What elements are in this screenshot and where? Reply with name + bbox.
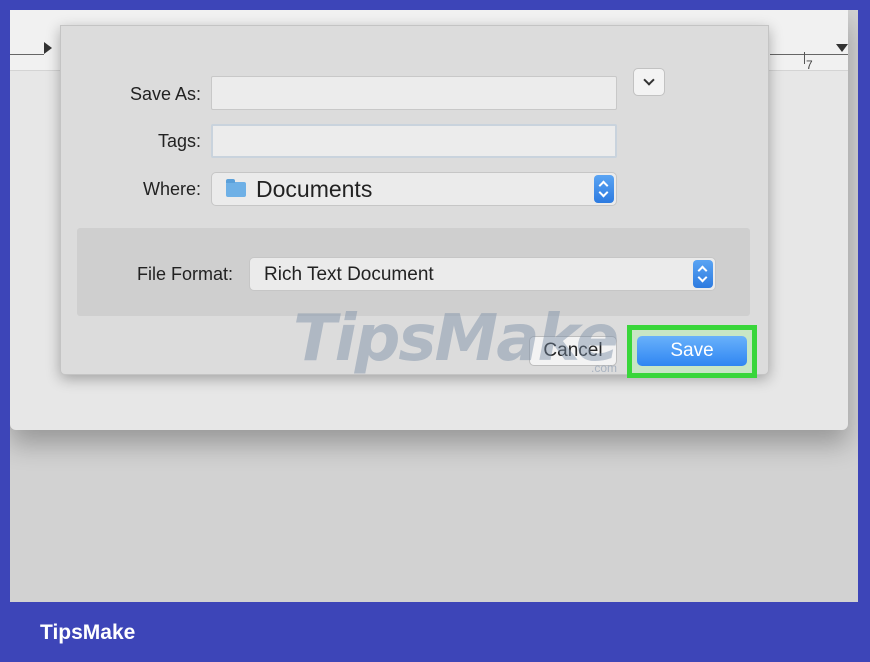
file-format-panel: File Format: Rich Text Document [77,228,750,316]
ruler-line [770,54,848,55]
folder-icon [226,179,246,197]
ruler-tick [804,52,805,64]
expand-dialog-button[interactable] [633,68,665,96]
where-label: Where: [142,179,201,199]
left-tab-stop-icon[interactable] [44,42,52,54]
footer-brand: TipsMake [40,621,136,644]
cancel-button[interactable]: Cancel [529,336,617,366]
where-stepper-icon [594,175,614,203]
tags-input[interactable] [211,124,617,158]
screen: 7 Save As: Tags: Where: Documents File F… [10,10,858,602]
where-popup[interactable]: Documents [211,172,617,206]
ruler-line [10,54,44,55]
where-value: Documents [256,176,373,202]
chevron-down-icon [643,74,655,86]
file-format-stepper-icon [693,260,713,288]
tags-label: Tags: [157,131,201,151]
save-as-input[interactable] [211,76,617,110]
save-dialog: Save As: Tags: Where: Documents File For… [60,25,769,378]
right-indent-marker-icon[interactable] [836,44,848,52]
save-as-label: Save As: [129,84,201,104]
file-format-popup[interactable]: Rich Text Document [249,257,716,291]
ruler-number: 7 [806,58,813,72]
file-format-label: File Format: [136,264,233,284]
save-button[interactable]: Save [637,336,747,366]
file-format-value: Rich Text Document [264,264,434,285]
